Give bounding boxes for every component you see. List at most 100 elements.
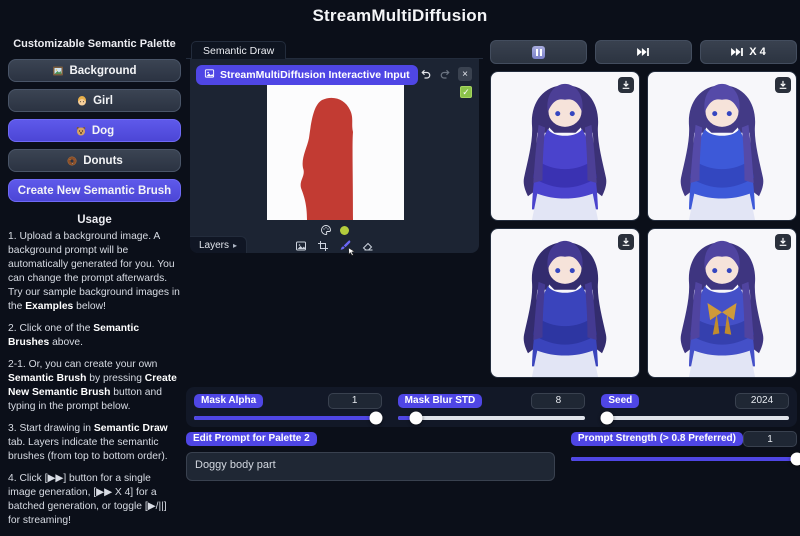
mask-blur-slider[interactable]	[398, 416, 586, 420]
usage-text: 3. Start drawing in	[8, 423, 94, 434]
brush-label: Dog	[92, 125, 114, 137]
sidebar: Customizable Semantic Palette Background…	[8, 38, 181, 536]
seed-control: Seed 2024	[601, 393, 789, 427]
skip-forward-icon	[637, 48, 650, 56]
usage-paragraph: 1. Upload a background image. A backgrou…	[8, 230, 181, 314]
color-picker-row	[190, 224, 479, 236]
editor-title: StreamMultiDiffusion Interactive Input	[220, 69, 410, 81]
eraser-tool-icon[interactable]	[362, 240, 374, 252]
usage-text: above.	[49, 337, 83, 348]
page-title: StreamMultiDiffusion	[0, 6, 800, 26]
slider-thumb[interactable]	[600, 412, 613, 425]
usage-text: tab. Layers indicate the semantic brushe…	[8, 437, 168, 462]
prompt-section: Edit Prompt for Palette 2 Doggy body par…	[186, 431, 797, 486]
result-image-grid	[490, 71, 797, 378]
prompt-label: Edit Prompt for Palette 2	[186, 432, 317, 446]
usage-text: 4. Click [▶▶] button for a single image …	[8, 473, 167, 526]
cursor-pointer-icon	[347, 247, 356, 256]
result-image-2[interactable]	[647, 71, 797, 221]
mask-blur-control: Mask Blur STD 8	[398, 393, 586, 427]
generation-panel: X 4	[490, 40, 797, 378]
picture-frame-icon	[52, 65, 64, 77]
crop-tool-icon[interactable]	[317, 240, 329, 252]
seed-slider[interactable]	[601, 416, 789, 420]
active-color-swatch[interactable]	[340, 226, 349, 235]
result-image-1[interactable]	[490, 71, 640, 221]
download-icon[interactable]	[775, 234, 791, 250]
usage-heading: Usage	[8, 214, 181, 226]
brush-button-girl[interactable]: Girl	[8, 89, 181, 112]
prompt-strength-label: Prompt Strength (> 0.8 Preferred)	[571, 432, 743, 446]
slider-thumb[interactable]	[370, 412, 383, 425]
usage-text: below!	[73, 301, 106, 312]
usage-bold-text: Examples	[25, 301, 73, 312]
close-icon[interactable]: ×	[458, 67, 472, 81]
prompt-strength-slider[interactable]	[571, 457, 797, 461]
usage-paragraph: 2-1. Or, you can create your own Semanti…	[8, 358, 181, 414]
generation-buttons: X 4	[490, 40, 797, 64]
mask-alpha-slider[interactable]	[194, 416, 382, 420]
result-image-4[interactable]	[647, 228, 797, 378]
semantic-draw-panel: Semantic Draw StreamMultiDiffusion Inter…	[186, 40, 483, 253]
usage-text: 2-1. Or, you can create your own	[8, 359, 157, 370]
seed-label: Seed	[601, 394, 639, 408]
mask-controls: Mask Alpha 1 Mask Blur STD 8 Seed 2024	[186, 387, 797, 427]
tab-bar: Semantic Draw	[186, 40, 483, 59]
brush-label: Donuts	[83, 155, 123, 167]
layers-label: Layers	[199, 240, 229, 251]
undo-icon[interactable]	[420, 68, 432, 80]
download-icon[interactable]	[775, 77, 791, 93]
brush-button-donuts[interactable]: Donuts	[8, 149, 181, 172]
mask-alpha-value[interactable]: 1	[328, 393, 382, 409]
image-editor: StreamMultiDiffusion Interactive Input ×…	[190, 59, 479, 253]
usage-paragraph: 3. Start drawing in Semantic Draw tab. L…	[8, 422, 181, 464]
usage-text: 1. Upload a background image. A backgrou…	[8, 231, 180, 312]
mask-blur-label: Mask Blur STD	[398, 394, 483, 408]
editor-title-badge: StreamMultiDiffusion Interactive Input	[196, 65, 418, 85]
single-generation-button[interactable]	[595, 40, 692, 64]
seed-value[interactable]: 2024	[735, 393, 789, 409]
usage-bold-text: Semantic Brush	[8, 373, 86, 384]
image-icon	[204, 68, 215, 82]
usage-text: by pressing	[86, 373, 144, 384]
mask-blur-value[interactable]: 8	[531, 393, 585, 409]
palette-heading: Customizable Semantic Palette	[8, 38, 181, 50]
download-icon[interactable]	[618, 77, 634, 93]
palette-icon[interactable]	[320, 224, 332, 236]
editor-history-controls: ×	[420, 67, 472, 81]
prompt-strength-value[interactable]: 1	[743, 431, 797, 447]
tab-semantic-draw[interactable]: Semantic Draw	[191, 41, 286, 61]
result-image-3[interactable]	[490, 228, 640, 378]
chevron-right-icon: ▸	[233, 241, 237, 250]
dog-emoji-icon	[75, 125, 87, 137]
batch-generation-button[interactable]: X 4	[700, 40, 797, 64]
redo-icon[interactable]	[439, 68, 451, 80]
brush-button-background[interactable]: Background	[8, 59, 181, 82]
drawing-canvas[interactable]	[267, 84, 404, 220]
usage-paragraph: 4. Click [▶▶] button for a single image …	[8, 472, 181, 528]
skip-forward-icon	[731, 48, 744, 56]
pause-icon	[532, 46, 545, 59]
batch-label: X 4	[749, 46, 766, 58]
checked-checkbox-icon[interactable]: ✓	[460, 86, 472, 98]
usage-paragraph: 2. Click one of the Semantic Brushes abo…	[8, 322, 181, 350]
donut-emoji-icon	[66, 155, 78, 167]
red-mask-stroke	[267, 84, 404, 220]
prompt-edit-column: Edit Prompt for Palette 2 Doggy body par…	[186, 431, 555, 486]
stream-toggle-button[interactable]	[490, 40, 587, 64]
create-new-semantic-brush-button[interactable]: Create New Semantic Brush	[8, 179, 181, 202]
slider-thumb[interactable]	[410, 412, 423, 425]
usage-text: 2. Click one of the	[8, 323, 93, 334]
layers-panel-toggle[interactable]: Layers ▸	[190, 236, 247, 253]
girl-emoji-icon	[76, 95, 88, 107]
brush-label: Girl	[93, 95, 113, 107]
download-icon[interactable]	[618, 234, 634, 250]
prompt-input[interactable]: Doggy body part	[186, 452, 555, 481]
mask-alpha-control: Mask Alpha 1	[194, 393, 382, 427]
slider-thumb[interactable]	[791, 453, 800, 466]
brush-button-dog[interactable]: Dog	[8, 119, 181, 142]
usage-bold-text: Semantic Draw	[94, 423, 168, 434]
brush-tool-icon-active[interactable]	[339, 239, 352, 252]
upload-image-tool-icon[interactable]	[295, 240, 307, 252]
brush-label: Background	[69, 65, 136, 77]
